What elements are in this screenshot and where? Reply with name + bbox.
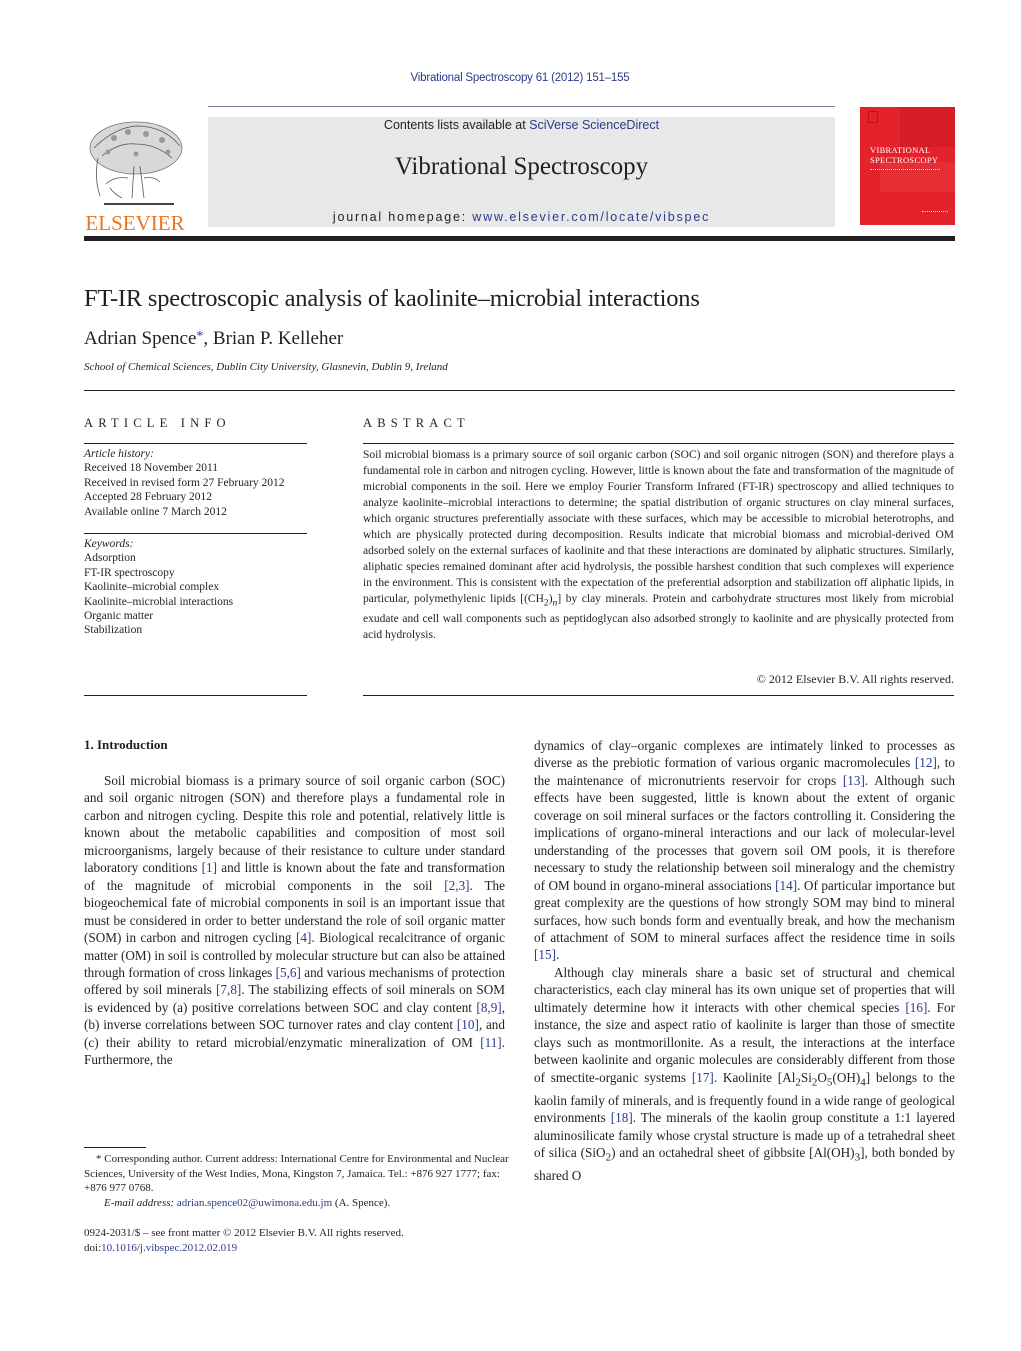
keyword: Adsorption <box>84 552 136 565</box>
text-segment: . <box>555 947 560 963</box>
elsevier-logo[interactable]: ELSEVIER <box>84 118 186 235</box>
text-segment: Si <box>800 1069 812 1085</box>
journal-citation[interactable]: Vibrational Spectroscopy 61 (2012) 151–1… <box>0 72 1021 84</box>
history-item: Received in revised form 27 February 201… <box>84 476 285 489</box>
doi-link[interactable]: 10.1016/j.vibspec.2012.02.019 <box>101 1242 237 1254</box>
citation-link[interactable]: [15] <box>534 947 556 962</box>
author-separator: , <box>203 328 213 349</box>
keywords-heading: Keywords: <box>84 538 134 550</box>
abstract-label: ABSTRACT <box>363 416 470 430</box>
paragraph: dynamics of clay–organic complexes are i… <box>534 737 955 964</box>
citation-link[interactable]: [16] <box>905 1000 927 1015</box>
homepage-prefix: journal homepage: <box>332 210 473 224</box>
header-rule <box>208 106 835 107</box>
text-segment: (OH) <box>832 1069 861 1085</box>
issn-line: 0924-2031/$ – see front matter © 2012 El… <box>84 1227 404 1239</box>
article-info-label: ARTICLE INFO <box>84 416 231 430</box>
footnote-text: Corresponding author. Current address: I… <box>84 1153 509 1195</box>
author-name[interactable]: Brian P. Kelleher <box>213 328 343 349</box>
history-heading: Article history: <box>84 448 154 460</box>
citation-link[interactable]: [11] <box>480 1035 501 1050</box>
contents-line: Contents lists available at SciVerse Sci… <box>208 118 835 132</box>
email-link[interactable]: adrian.spence02@uwimona.edu.jm <box>177 1197 332 1209</box>
homepage-link[interactable]: www.elsevier.com/locate/vibspec <box>472 210 710 224</box>
text-segment: O <box>817 1069 827 1085</box>
history-item: Received 18 November 2011 <box>84 462 219 475</box>
keyword: Stabilization <box>84 624 143 637</box>
citation-link[interactable]: [1] <box>202 860 217 875</box>
article-title: FT-IR spectroscopic analysis of kaolinit… <box>84 285 700 312</box>
text-segment: dynamics of clay–organic complexes are i… <box>534 738 955 771</box>
text-segment: ) and an octahedral sheet of gibbsite [A… <box>611 1145 855 1161</box>
text-segment: . Kaolinite [Al <box>713 1069 796 1085</box>
doi-prefix: doi: <box>84 1242 102 1254</box>
keyword: FT-IR spectroscopy <box>84 566 175 579</box>
email-suffix: (A. Spence). <box>332 1196 391 1209</box>
divider <box>363 443 954 444</box>
divider <box>84 695 307 696</box>
divider <box>84 533 307 534</box>
affiliation: School of Chemical Sciences, Dublin City… <box>84 361 448 373</box>
divider <box>84 390 955 391</box>
history-item: Accepted 28 February 2012 <box>84 491 213 504</box>
keyword: Kaolinite–microbial complex <box>84 581 220 594</box>
article-history: Article history: Received 18 November 20… <box>84 447 285 519</box>
abstract-text: Soil microbial biomass is a primary sour… <box>363 447 954 643</box>
sciencedirect-link[interactable]: SciVerse ScienceDirect <box>529 118 659 132</box>
elsevier-tree-icon <box>89 121 183 205</box>
citation-link[interactable]: [8,9] <box>476 1000 501 1015</box>
paragraph: Although clay minerals share a basic set… <box>534 964 955 1185</box>
journal-banner: Contents lists available at SciVerse Sci… <box>208 117 835 227</box>
journal-cover[interactable]: VIBRATIONAL SPECTROSCOPY <box>860 107 955 225</box>
cover-block <box>900 107 955 147</box>
email-label: E-mail address: <box>104 1196 177 1209</box>
abstract-copyright: © 2012 Elsevier B.V. All rights reserved… <box>756 672 954 686</box>
citation-link[interactable]: [18] <box>611 1110 633 1125</box>
body-column-left: Soil microbial biomass is a primary sour… <box>84 772 505 1069</box>
header-thick-rule <box>84 236 955 241</box>
citation-link[interactable]: [14] <box>775 878 797 893</box>
journal-title: Vibrational Spectroscopy <box>394 153 649 180</box>
citation-link[interactable]: [13] <box>843 773 865 788</box>
divider <box>363 695 954 696</box>
cover-subtitle <box>870 169 940 174</box>
citation-link[interactable]: [17] <box>692 1070 714 1085</box>
cover-title-line: VIBRATIONAL <box>870 145 931 155</box>
footnote-rule <box>84 1147 146 1148</box>
cover-footer <box>922 211 948 218</box>
history-item: Available online 7 March 2012 <box>84 505 227 518</box>
section-heading: 1. Introduction <box>84 737 168 752</box>
citation-link[interactable]: [4] <box>296 930 311 945</box>
abstract-segment: Soil microbial biomass is a primary sour… <box>363 449 954 605</box>
body-column-right: dynamics of clay–organic complexes are i… <box>534 737 955 1185</box>
elsevier-wordmark: ELSEVIER <box>85 211 185 235</box>
paragraph: Soil microbial biomass is a primary sour… <box>84 772 505 1069</box>
keyword: Kaolinite–microbial interactions <box>84 595 234 608</box>
author-name[interactable]: Adrian Spence <box>84 328 196 349</box>
citation-link[interactable]: [12] <box>915 755 937 770</box>
divider <box>84 443 307 444</box>
cover-title: VIBRATIONAL SPECTROSCOPY <box>870 145 938 165</box>
homepage-line: journal homepage: www.elsevier.com/locat… <box>208 210 835 224</box>
cover-logo-icon <box>868 111 878 123</box>
text-segment: . Although such effects have been sugges… <box>534 772 955 893</box>
citation-link[interactable]: [7,8] <box>216 982 241 997</box>
contents-prefix: Contents lists available at <box>383 118 530 132</box>
cover-block <box>880 162 955 192</box>
citation-link[interactable]: [10] <box>457 1017 479 1032</box>
citation-link[interactable]: [2,3] <box>444 878 469 893</box>
footnote: * Corresponding author. Current address:… <box>84 1152 514 1210</box>
keywords: Keywords: Adsorption FT-IR spectroscopy … <box>84 537 233 638</box>
citation-link[interactable]: [5,6] <box>276 965 301 980</box>
front-matter: 0924-2031/$ – see front matter © 2012 El… <box>84 1226 404 1256</box>
cover-title-line: SPECTROSCOPY <box>870 155 939 165</box>
keyword: Organic matter <box>84 610 154 623</box>
text-segment: Although clay minerals share a basic set… <box>534 964 955 1015</box>
author-list: Adrian Spence*, Brian P. Kelleher <box>84 328 343 350</box>
